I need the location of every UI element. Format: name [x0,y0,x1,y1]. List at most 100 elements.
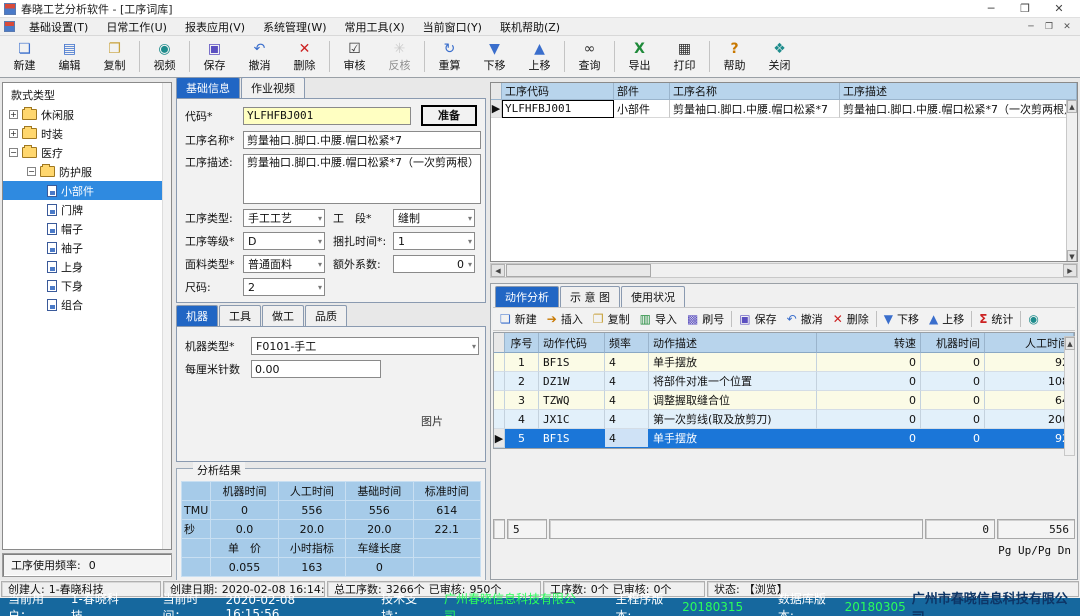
minimize-icon[interactable]: ─ [974,2,1008,15]
grade-select[interactable]: D▾ [243,232,325,250]
export-button[interactable]: X导出 [617,36,662,77]
action-row[interactable]: 3 TZWQ 4 调整握取缝合位 0 0 64 [494,391,1074,410]
menu-reports[interactable]: 报表应用(V) [176,19,254,35]
delete-button[interactable]: ✕删除 [282,36,327,77]
code-input[interactable]: YLFHFBJ001 [243,107,411,125]
tree-item-plate[interactable]: 门牌 [3,200,171,219]
action-import-button[interactable]: ▥导入 [635,309,682,329]
scroll-right-icon[interactable]: ▶ [1063,264,1077,277]
exit-button[interactable]: ❖关闭 [757,36,802,77]
action-table-vscrollbar[interactable]: ▲ [1064,336,1075,456]
action-video-button[interactable]: ◉ [1023,310,1043,328]
edit-button[interactable]: ▤编辑 [47,36,92,77]
action-save-button[interactable]: ▣保存 [734,309,781,329]
tree-item-combo[interactable]: 组合 [3,295,171,314]
extra-factor-select[interactable]: 0▾ [393,255,475,273]
tab-quality[interactable]: 品质 [305,305,347,326]
action-copy-button[interactable]: ❐复制 [588,309,635,329]
menu-help[interactable]: 联机帮助(Z) [491,19,569,35]
process-table-hscrollbar[interactable]: ◀ ▶ [490,263,1078,278]
undo-button[interactable]: ↶撤消 [237,36,282,77]
collapse-icon[interactable]: − [9,148,18,157]
copy-button[interactable]: ❐复制 [92,36,137,77]
scrollbar-thumb[interactable] [506,264,651,277]
table-row: TMU 0 556 556 614 [182,501,481,520]
scroll-up-icon[interactable]: ▲ [1067,100,1077,113]
segment-select[interactable]: 缝制▾ [393,209,475,227]
chevron-down-icon: ▾ [472,342,476,351]
process-type-select[interactable]: 手工工艺▾ [243,209,325,227]
video-button[interactable]: ◉视频 [142,36,187,77]
frequency-edit-cell[interactable]: 4 [605,429,649,448]
stitch-density-input[interactable]: 0.00 [251,360,381,378]
process-table-vscrollbar[interactable]: ▲ ▼ [1066,100,1077,262]
tree-scrollbar[interactable] [162,83,171,549]
machine-type-select[interactable]: F0101-手工▾ [251,337,479,355]
new-button[interactable]: ❏新建 [2,36,47,77]
expand-icon[interactable]: + [9,129,18,138]
action-row[interactable]: 2 DZ1W 4 将部件对准一个位置 0 0 108 [494,372,1074,391]
child-minimize-icon[interactable]: ─ [1022,22,1040,32]
tree-item-casual[interactable]: +休闲服 [3,105,171,124]
menu-daily-work[interactable]: 日常工作(U) [97,19,176,35]
tab-usage-status[interactable]: 使用状况 [621,286,685,307]
help-button[interactable]: ?帮助 [712,36,757,77]
tree-item-upper-body[interactable]: 上身 [3,257,171,276]
action-move-up-button[interactable]: ▲上移 [924,309,969,329]
close-icon[interactable]: ✕ [1042,2,1076,15]
action-row-selected[interactable]: ▶ 5 BF1S 4 单手摆放 0 0 92 [494,429,1074,448]
child-close-icon[interactable]: ✕ [1058,22,1076,32]
tree-item-medical[interactable]: −医疗 [3,143,171,162]
tree-item-hat[interactable]: 帽子 [3,219,171,238]
scroll-down-icon[interactable]: ▼ [1067,250,1077,262]
scroll-up-icon[interactable]: ▲ [1065,337,1075,350]
action-new-button[interactable]: ❏新建 [495,309,542,329]
search-button[interactable]: ∞查询 [567,36,612,77]
move-up-button[interactable]: ▲上移 [517,36,562,77]
child-restore-icon[interactable]: ❐ [1040,22,1058,32]
menu-basic-settings[interactable]: 基础设置(T) [20,19,97,35]
action-row[interactable]: 1 BF1S 4 单手摆放 0 0 92 [494,353,1074,372]
tab-work-video[interactable]: 作业视频 [241,77,305,98]
tab-sketch[interactable]: 示 意 图 [560,286,620,307]
action-delete-button[interactable]: ✕删除 [828,309,874,329]
menu-window[interactable]: 当前窗口(Y) [414,19,491,35]
tree-item-fashion[interactable]: +时装 [3,124,171,143]
expand-icon[interactable]: + [9,110,18,119]
column-header: 小时指标 [278,539,345,558]
menu-tools[interactable]: 常用工具(X) [336,19,414,35]
action-row[interactable]: 4 JX1C 4 第一次剪线(取及放剪刀) 0 0 200 [494,410,1074,429]
action-renumber-button[interactable]: ▩刷号 [682,309,729,329]
fabric-type-select[interactable]: 普通面料▾ [243,255,325,273]
print-button[interactable]: ▦打印 [662,36,707,77]
tree-item-protective[interactable]: −防护服 [3,162,171,181]
action-undo-button[interactable]: ↶撤消 [782,309,828,329]
recalculate-button[interactable]: ↻重算 [427,36,472,77]
prepare-button[interactable]: 准备 [421,105,477,126]
tree-item-lower-body[interactable]: 下身 [3,276,171,295]
style-type-tree: 款式类型 +休闲服 +时装 −医疗 −防护服 小部件 门牌 帽子 袖子 上身 下… [2,82,172,550]
audit-button[interactable]: ☑审核 [332,36,377,77]
tree-item-sleeve[interactable]: 袖子 [3,238,171,257]
save-button[interactable]: ▣保存 [192,36,237,77]
move-down-button[interactable]: ▼下移 [472,36,517,77]
tab-tool[interactable]: 工具 [219,305,261,326]
bundle-time-select[interactable]: 1▾ [393,232,475,250]
restore-icon[interactable]: ❐ [1008,2,1042,15]
action-insert-button[interactable]: ➔插入 [542,309,588,329]
tab-machine[interactable]: 机器 [176,305,218,326]
menu-system[interactable]: 系统管理(W) [254,19,335,35]
tab-workmanship[interactable]: 做工 [262,305,304,326]
scroll-left-icon[interactable]: ◀ [491,264,505,277]
collapse-icon[interactable]: − [27,167,36,176]
action-move-down-button[interactable]: ▼下移 [879,309,924,329]
process-desc-input[interactable]: 剪量袖口.脚口.中腰.帽口松紧*7（一次剪两根） [243,154,481,204]
tree-item-small-parts[interactable]: 小部件 [3,181,171,200]
process-code-cell[interactable]: YLFHFBJ001 [502,100,614,118]
process-name-input[interactable]: 剪量袖口.脚口.中腰.帽口松紧*7 [243,131,481,149]
size-select[interactable]: 2▾ [243,278,325,296]
tab-action-analysis[interactable]: 动作分析 [495,286,559,307]
tab-basic-info[interactable]: 基础信息 [176,77,240,98]
process-row[interactable]: ▶ YLFHFBJ001 小部件 剪量袖口.脚口.中腰.帽口松紧*7 剪量袖口.… [491,100,1077,118]
action-statistics-button[interactable]: Σ统计 [974,309,1018,329]
